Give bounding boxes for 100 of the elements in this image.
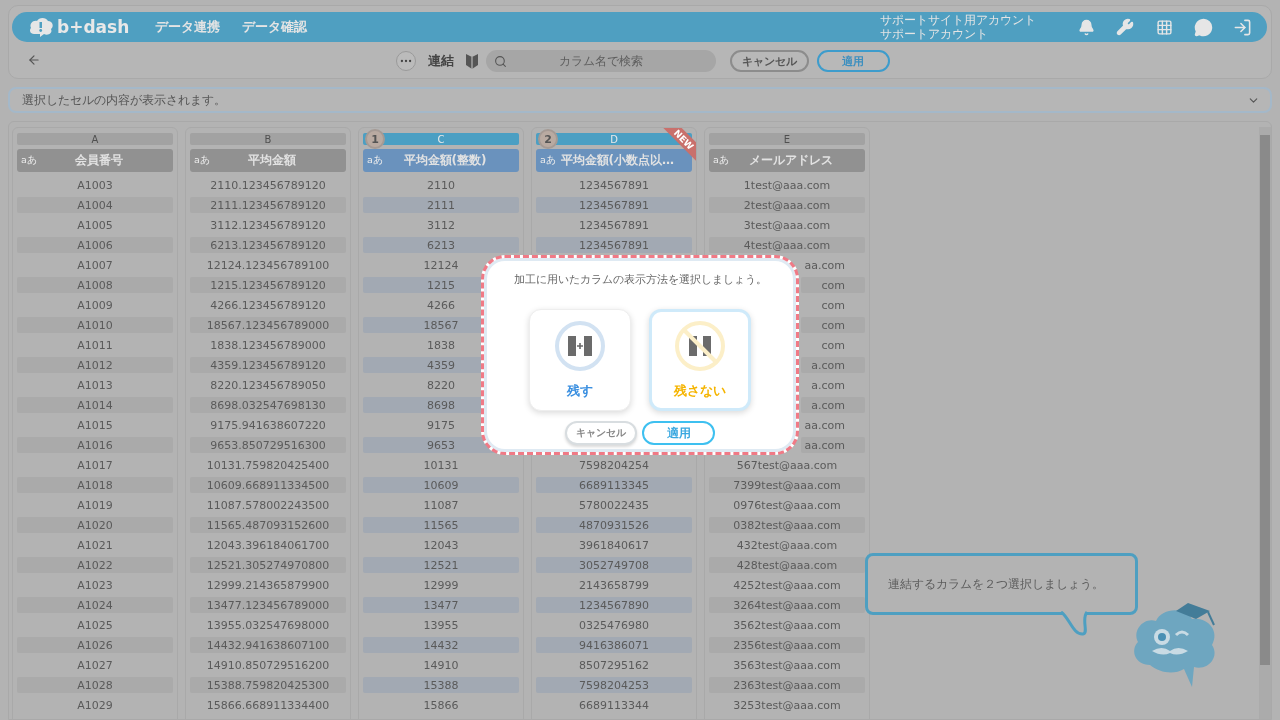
table-cell: 7598204253 [536,677,692,693]
apply-button[interactable]: 適用 [816,50,890,72]
order-badge: 1 [365,129,385,149]
table-cell: 2test@aaa.com [709,197,865,213]
operation-title: 連結 [427,52,454,70]
table-cell: A1006 [17,237,173,253]
search-field[interactable]: カラム名で検索 [485,50,716,72]
table-cell-text: com [820,337,846,353]
table-cell-text: 1test@aaa.com [742,177,832,193]
column-letter: E [709,133,865,145]
table-cell-text: 12124 [422,257,460,273]
table-cell: 9653.850729516300 [190,437,346,453]
table-cell: a.com [801,357,865,373]
table-cell-text: A1005 [76,217,114,233]
table-cell: A1008 [17,277,173,293]
table-cell: 11565 [363,517,519,533]
table-cell-text: 13955 [422,617,460,633]
table-cell: 11565.487093152600 [190,517,346,533]
column-header[interactable]: aあ 会員番号 [17,149,173,172]
account-name: サポートサイト用アカウント [880,13,1036,27]
table-cell: 1234567890 [536,597,692,613]
display-option[interactable]: 残す [529,309,631,411]
type-label: aあ [713,154,730,167]
cell-preview-text: 選択したセルの内容が表示されます。 [22,91,227,109]
table-cell-text: 3112.123456789120 [209,217,327,233]
table-cell: 4870931526 [536,517,692,533]
column-header[interactable]: aあ 平均金額 [190,149,346,172]
column-header[interactable]: aあ 平均金額(整数) [363,149,519,172]
table-cell: 14432.941638607100 [190,637,346,653]
type-label: aあ [367,154,384,167]
table-cell-text: 3563test@aaa.com [732,657,842,673]
table-cell-text: A1013 [76,377,114,393]
table-cell-text: aa.com [803,417,846,433]
table-cell: A1028 [17,677,173,693]
table-cell: 8698.032547698130 [190,397,346,413]
table-cell: A1026 [17,637,173,653]
nav-link[interactable]: データ確認 [242,18,308,36]
column-header[interactable]: aあ 平均金額(小数点以… [536,149,692,172]
table-cell-text: 12124.123456789100 [205,257,331,273]
table-cell-text: A1015 [76,417,114,433]
table-cell: A1014 [17,397,173,413]
table-cell-text: 3562test@aaa.com [732,617,842,633]
column-name: 平均金額(整数) [402,152,488,169]
table-cell-text: 567test@aaa.com [735,457,839,473]
table-cell-text: 15866 [422,697,460,713]
type-label: aあ [194,154,211,167]
cancel-button[interactable]: キャンセル [565,421,637,445]
table-cell-text: 3test@aaa.com [742,217,832,233]
table-cell-text: A1003 [76,177,114,193]
table-cell-text: 7598204254 [578,457,650,473]
table-cell-text: 10131 [422,457,460,473]
column-letter: A [17,133,173,145]
table-cell-text: 1234567891 [578,217,650,233]
table-cell: 13477.123456789000 [190,597,346,613]
table-cell: A1018 [17,477,173,493]
table-cell-text: 2110 [426,177,456,193]
account-name: サポートアカウント [880,27,989,41]
assistant-message: 連結するカラムを２つ選択しましょう。 [888,575,1104,593]
table-cell-text: 3112 [426,217,456,233]
apply-button[interactable]: 適用 [642,421,715,445]
table-cell-text: a.com [810,377,846,393]
table-cell-text: 1234567891 [578,177,650,193]
table-cell: 6689113345 [536,477,692,493]
table-cell: 1234567891 [536,237,692,253]
table-cell: 12521 [363,557,519,573]
table-cell: 15388.759820425300 [190,677,346,693]
table-cell-text: com [820,297,846,313]
table-cell-text: 3253test@aaa.com [732,697,842,713]
table-cell-text: 4266.123456789120 [209,297,327,313]
table-cell: 6213 [363,237,519,253]
table-cell-text: 0976test@aaa.com [732,497,842,513]
column-name: 平均金額 [247,152,297,169]
nav-link[interactable]: データ連携 [155,18,221,36]
table-cell: 2111 [363,197,519,213]
table-cell: 3052749708 [536,557,692,573]
search-input[interactable]: カラム名で検索 [512,53,708,69]
table-cell-text: A1029 [76,697,114,713]
table-cell-text: A1025 [76,617,114,633]
table-cell: A1022 [17,557,173,573]
table-cell: 3264test@aaa.com [709,597,865,613]
table-cell: com [801,277,865,293]
display-option[interactable]: 残さない [649,309,751,411]
cancel-button[interactable]: キャンセル [729,50,809,72]
table-cell-text: 4266 [426,297,456,313]
table-cell-text: 14910.850729516200 [205,657,331,673]
table-cell-text: 3961840617 [578,537,650,553]
table-cell: 2363test@aaa.com [709,677,865,693]
table-cell: 7399test@aaa.com [709,477,865,493]
column-name: メールアドレス [748,152,834,169]
table-cell-text: 0325476980 [578,617,650,633]
table-cell-text: 14910 [422,657,460,673]
table-cell-text: 9175.941638607220 [209,417,327,433]
table-cell-text: aa.com [803,257,846,273]
table-cell: A1012 [17,357,173,373]
table-cell-text: A1007 [76,257,114,273]
table-cell: 10609 [363,477,519,493]
table-cell-text: A1021 [76,537,114,553]
table-cell: 9416386071 [536,637,692,653]
table-cell: A1016 [17,437,173,453]
column-header[interactable]: aあ メールアドレス [709,149,865,172]
